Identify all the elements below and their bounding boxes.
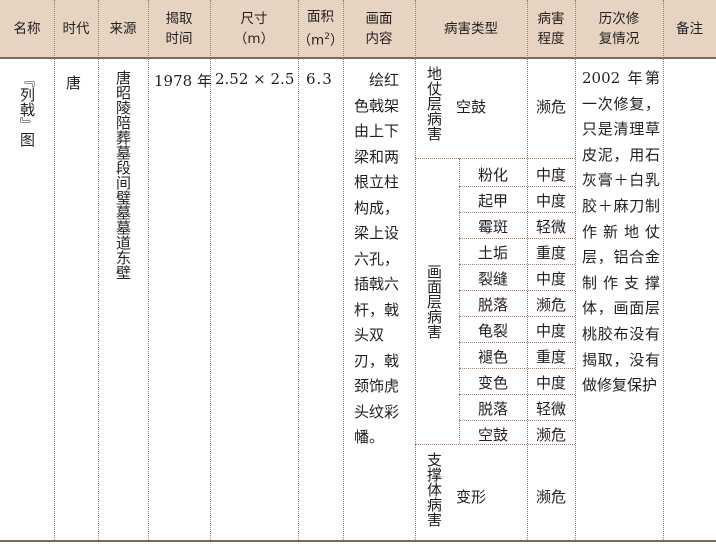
disease-degree: 濒危 [535,98,566,116]
header-remark-text: 备注 [676,20,703,37]
grid-line [459,394,575,395]
disease-degree: 中度 [535,374,566,392]
grid-line [459,264,575,265]
header-content-line1: 画面 [365,10,393,27]
disease-type: 脱落 [477,296,508,314]
cell-uncover-time: 1978 年 [154,72,212,90]
header-degree: 病害 程度 [527,0,575,57]
header-area-line1: 面积 [307,8,334,25]
grid-line [148,0,149,540]
header-size-line1: 尺寸 [240,10,268,27]
disease-degree: 中度 [535,322,566,340]
grid-line [459,186,575,187]
mural-disease-table: 名称 时代 来源 揭取时间 尺寸 （m） 面积 （m2） 画面内容 病害类型 病害程… [0,0,716,547]
group-paint-layer: 画面层病害 [425,264,443,339]
table-bottom-rule [0,540,716,542]
header-degree-line2: 程度 [537,30,565,47]
header-uncover-line2: 时间 [165,30,193,47]
header-size: 尺寸 （m） [210,0,298,57]
cell-area: 6.3 [306,70,333,88]
header-area-unit: （m [297,32,325,49]
grid-line [575,0,576,540]
disease-type: 霉斑 [477,218,508,236]
cell-source: 唐昭陵陪葬墓段间璧墓墓道东壁 [114,70,132,280]
header-disease-type: 病害类型 [415,0,527,57]
disease-degree: 濒危 [535,488,566,506]
header-area-line2: （m2） [298,27,344,51]
header-history-line1: 历次修 [598,10,640,27]
disease-degree: 中度 [535,270,566,288]
header-history-line2: 复情况 [598,30,640,47]
disease-type: 裂缝 [477,270,508,288]
disease-type: 脱落 [477,400,508,418]
header-area-close: ） [329,32,344,49]
disease-type: 起甲 [477,192,508,210]
header-size-line2: （m） [233,30,275,47]
disease-degree: 濒危 [535,296,566,314]
disease-type: 空鼓 [455,98,486,116]
cell-content: 绘红色戟架由上下梁和两根立柱构成，梁上设六孔，插戟六杆，戟头双刃，戟颈饰虎头纹彩… [354,71,400,446]
disease-degree: 重度 [535,348,566,366]
header-uncover-time: 揭取 时间 [148,0,210,57]
disease-type: 变形 [455,488,486,506]
cell-size: 2.52 × 2.5 [215,70,295,88]
header-remark: 备注 [663,0,716,57]
grid-line [459,212,575,213]
disease-degree: 轻微 [535,400,566,418]
disease-type: 褪色 [477,348,508,366]
grid-line [459,290,575,291]
header-source: 来源 [98,0,148,57]
disease-degree: 中度 [535,166,566,184]
grid-line [298,0,299,540]
header-degree-line1: 病害 [537,10,565,27]
header-area: 面积 （m2） [298,0,344,57]
grid-line [459,316,575,317]
grid-line [459,368,575,369]
cell-era: 唐 [66,74,82,92]
header-disease-type-text: 病害类型 [444,20,498,37]
disease-degree: 中度 [535,192,566,210]
grid-line [663,0,664,540]
header-era-text: 时代 [62,20,90,37]
cell-name: 『列戟』图 [18,72,36,147]
grid-line [98,0,99,540]
grid-line [459,238,575,239]
disease-type: 变色 [477,374,508,392]
header-era: 时代 [54,0,98,57]
disease-type: 龟裂 [477,322,508,340]
disease-type: 空鼓 [477,426,508,444]
header-content: 画面 内容 [343,0,415,57]
grid-line [415,0,416,540]
grid-line [459,342,575,343]
disease-degree: 濒危 [535,426,566,444]
header-name: 名称 [0,0,54,57]
disease-type: 粉化 [477,166,508,184]
grid-line [415,158,575,159]
header-source-text: 来源 [109,20,137,37]
disease-degree: 重度 [535,244,566,262]
header-history: 历次修 复情况 [575,0,663,57]
disease-degree: 轻微 [535,218,566,236]
grid-line [343,0,344,540]
cell-history: 2002 年第一次修复，只是清理草皮泥，用石灰膏＋白乳胶＋麻刀制作新地仗层，铝合… [582,69,660,395]
header-uncover-line1: 揭取 [165,10,193,27]
header-content-line2: 内容 [365,30,393,47]
grid-line [54,0,55,540]
disease-type: 土垢 [477,244,508,262]
header-name-text: 名称 [13,20,41,37]
grid-line [459,420,575,421]
